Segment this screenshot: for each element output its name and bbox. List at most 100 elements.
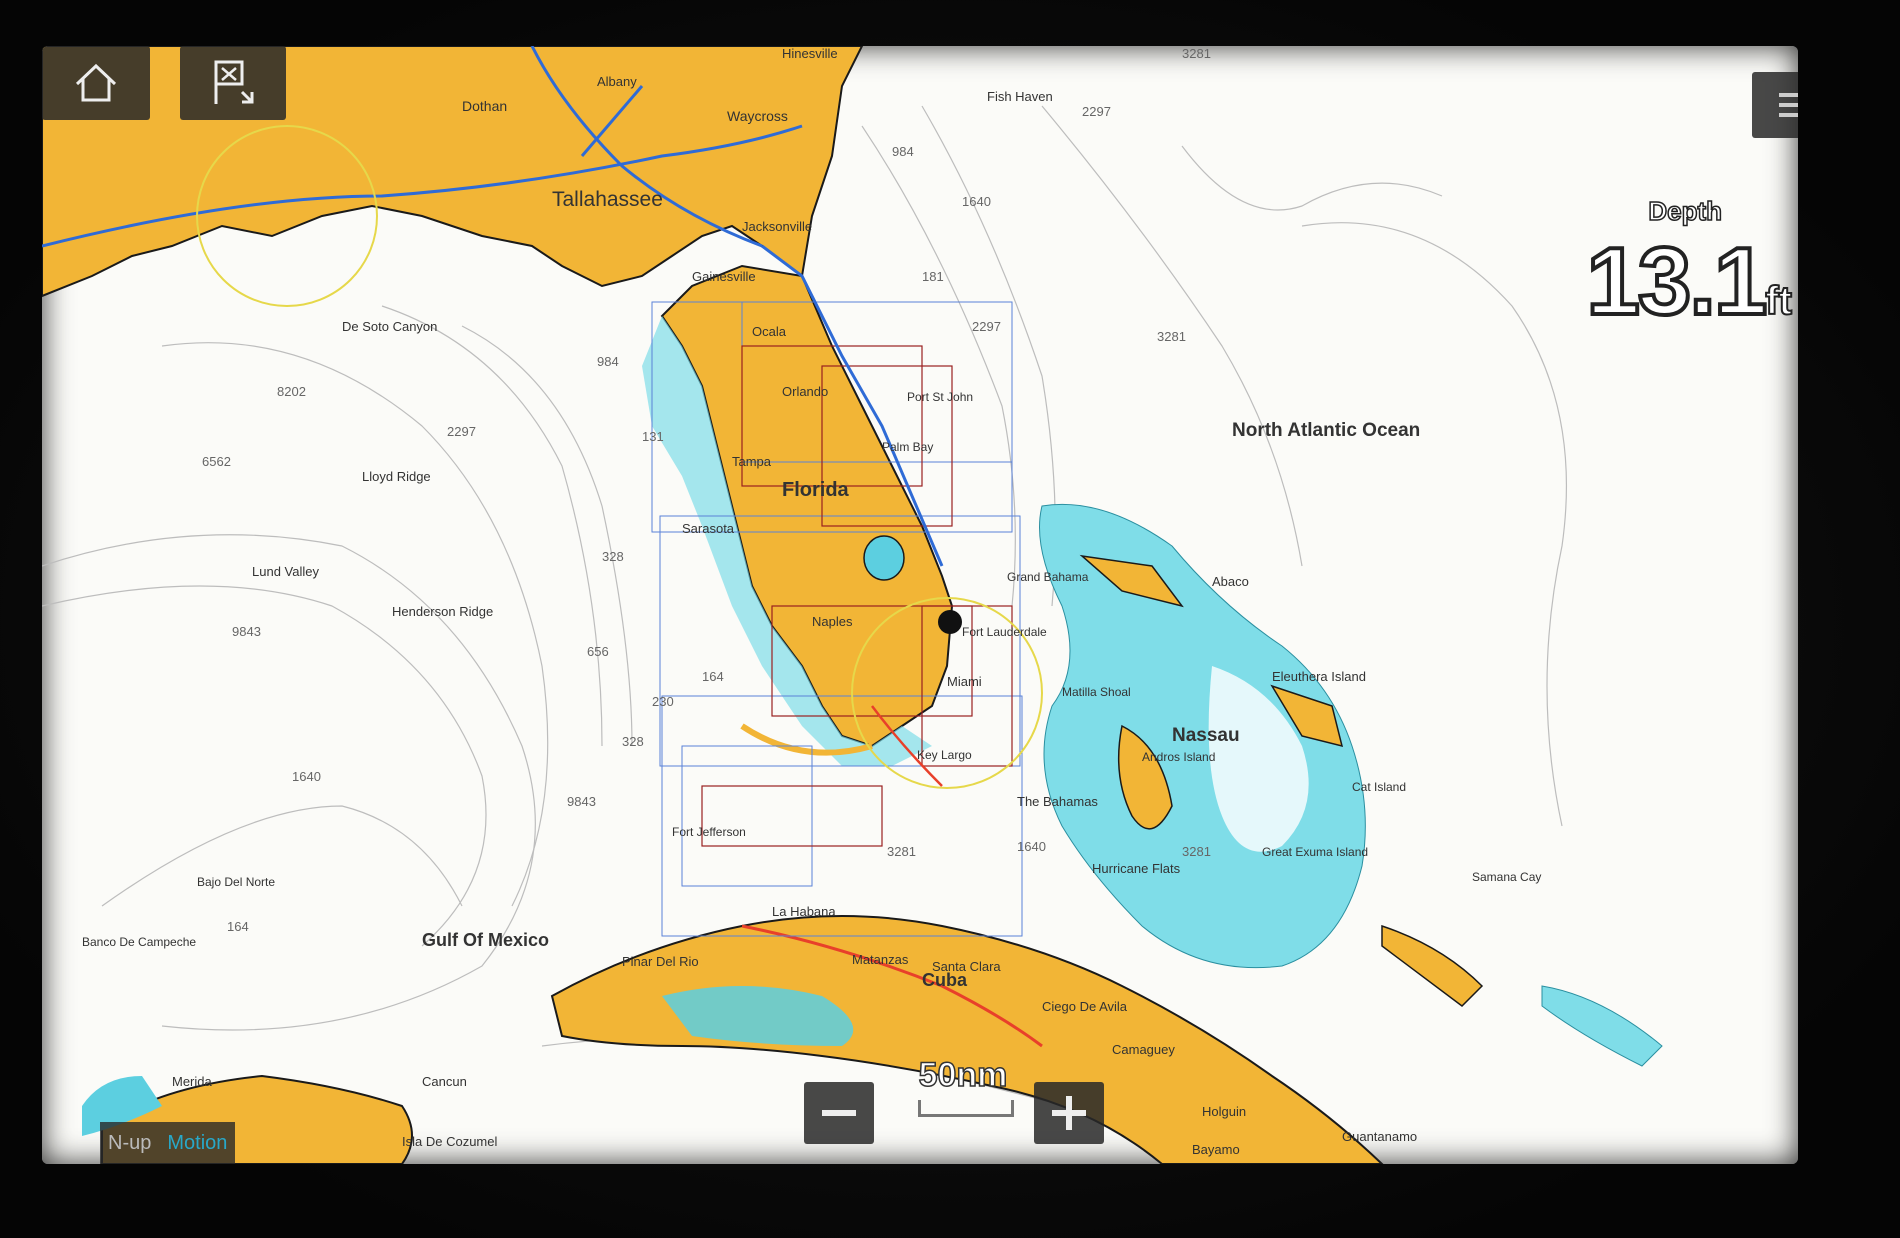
sounding: 328 <box>602 549 624 564</box>
label-fort-lauderdale: Fort Lauderdale <box>962 625 1047 639</box>
label-banco-de-campeche: Banco De Campeche <box>82 935 196 949</box>
label-bajo-del-norte: Bajo Del Norte <box>197 875 275 889</box>
depth-unit: ft <box>1764 278 1793 324</box>
sounding: 328 <box>622 734 644 749</box>
label-matanzas: Matanzas <box>852 952 909 967</box>
home-icon <box>75 63 117 102</box>
plus-icon <box>1052 1096 1086 1130</box>
sounding: 164 <box>227 919 249 934</box>
label-dothan: Dothan <box>462 98 507 114</box>
sounding: 1640 <box>292 769 321 784</box>
label-de-soto-canyon: De Soto Canyon <box>342 319 437 334</box>
label-miami: Miami <box>947 674 982 689</box>
exuma-islands <box>1381 924 1484 1007</box>
inagua-bank <box>1541 985 1663 1067</box>
sounding: 2297 <box>447 424 476 439</box>
scale-bar <box>918 1100 1014 1117</box>
label-waycross: Waycross <box>727 108 788 124</box>
label-gulf-of-mexico: Gulf Of Mexico <box>422 930 549 950</box>
nautical-chart[interactable]: Tallahassee Dothan Albany Waycross Hines… <box>42 46 1798 1164</box>
label-ocala: Ocala <box>752 324 787 339</box>
label-sarasota: Sarasota <box>682 521 735 536</box>
label-pinar-del-rio: Pinar Del Rio <box>622 954 699 969</box>
sounding: 984 <box>892 144 914 159</box>
label-the-bahamas: The Bahamas <box>1017 794 1098 809</box>
label-lloyd-ridge: Lloyd Ridge <box>362 469 431 484</box>
label-camaguey: Camaguey <box>1112 1042 1175 1057</box>
label-tallahassee: Tallahassee <box>552 188 663 211</box>
sounding: 164 <box>702 669 724 684</box>
label-great-exuma-island: Great Exuma Island <box>1262 845 1368 859</box>
label-abaco: Abaco <box>1212 574 1249 589</box>
depth-data-box[interactable]: Depth 13.1ft <box>1572 195 1793 337</box>
sounding: 6562 <box>202 454 231 469</box>
vessel-position-marker[interactable] <box>938 610 962 634</box>
sounding: 2297 <box>972 319 1001 334</box>
label-orlando: Orlando <box>782 384 828 399</box>
sounding: 8202 <box>277 384 306 399</box>
hamburger-menu-icon <box>1779 93 1798 117</box>
label-gainesville: Gainesville <box>692 269 756 284</box>
lake-okeechobee <box>863 535 905 581</box>
sounding: 3281 <box>1182 844 1211 859</box>
label-cat-island: Cat Island <box>1352 780 1406 794</box>
label-grand-bahama: Grand Bahama <box>1007 570 1089 584</box>
sounding: 656 <box>587 644 609 659</box>
label-bayamo: Bayamo <box>1192 1142 1240 1157</box>
label-fish-haven: Fish Haven <box>987 89 1053 104</box>
sounding: 131 <box>642 429 664 444</box>
home-button[interactable] <box>42 46 150 120</box>
scale-label: 50nm <box>918 1055 1008 1095</box>
sounding: 9843 <box>232 624 261 639</box>
landmass-north <box>42 46 864 298</box>
label-holguin: Holguin <box>1202 1104 1246 1119</box>
label-naples: Naples <box>812 614 853 629</box>
label-henderson-ridge: Henderson Ridge <box>392 604 493 619</box>
label-key-largo: Key Largo <box>917 748 972 762</box>
label-ciego-de-avila: Ciego De Avila <box>1042 999 1128 1014</box>
label-andros-island: Andros Island <box>1142 750 1215 764</box>
minus-icon <box>822 1110 856 1116</box>
label-matilla-shoal: Matilla Shoal <box>1062 685 1131 699</box>
label-eleuthera-island: Eleuthera Island <box>1272 669 1366 684</box>
label-nassau: Nassau <box>1172 725 1240 746</box>
sounding: 2297 <box>1082 104 1111 119</box>
label-north-atlantic-ocean: North Atlantic Ocean <box>1232 420 1420 441</box>
label-samana-cay: Samana Cay <box>1472 870 1541 884</box>
depth-label: Depth <box>1648 195 1723 227</box>
chart-screen[interactable]: Tallahassee Dothan Albany Waycross Hines… <box>42 46 1798 1164</box>
label-port-st-john: Port St John <box>907 390 973 404</box>
label-guantanamo: Guantanamo <box>1342 1129 1417 1144</box>
label-tampa: Tampa <box>732 454 772 469</box>
waypoint-button[interactable] <box>180 46 286 120</box>
orientation-mode: N-up <box>108 1131 152 1154</box>
zoom-in-button[interactable] <box>1034 1082 1104 1144</box>
label-merida: Merida <box>172 1074 213 1089</box>
sounding: 230 <box>652 694 674 709</box>
menu-button[interactable] <box>1752 72 1798 138</box>
label-hurricane-flats: Hurricane Flats <box>1092 861 1181 876</box>
zoom-out-button[interactable] <box>804 1082 874 1144</box>
label-lund-valley: Lund Valley <box>252 564 319 579</box>
label-hinesville: Hinesville <box>782 46 838 61</box>
label-florida: Florida <box>782 479 850 501</box>
sounding: 984 <box>597 354 619 369</box>
label-jacksonville: Jacksonville <box>742 219 812 234</box>
sounding: 3281 <box>1157 329 1186 344</box>
label-fort-jefferson: Fort Jefferson <box>672 825 746 839</box>
label-santa-clara: Santa Clara <box>932 959 1001 974</box>
label-cancun: Cancun <box>422 1074 467 1089</box>
motion-mode: Motion <box>167 1131 228 1154</box>
label-palm-bay: Palm Bay <box>882 440 933 454</box>
sounding: 9843 <box>567 794 596 809</box>
sounding: 181 <box>922 269 944 284</box>
label-la-habana: La Habana <box>772 904 836 919</box>
sounding: 1640 <box>962 194 991 209</box>
orientation-mode-indicator[interactable]: N-up Motion <box>100 1122 236 1164</box>
waypoint-flag-icon <box>214 60 254 104</box>
sounding: 3281 <box>887 844 916 859</box>
label-cozumel: Isla De Cozumel <box>402 1134 497 1149</box>
label-albany: Albany <box>597 74 637 89</box>
sounding: 3281 <box>1182 46 1211 61</box>
sounding: 1640 <box>1017 839 1046 854</box>
